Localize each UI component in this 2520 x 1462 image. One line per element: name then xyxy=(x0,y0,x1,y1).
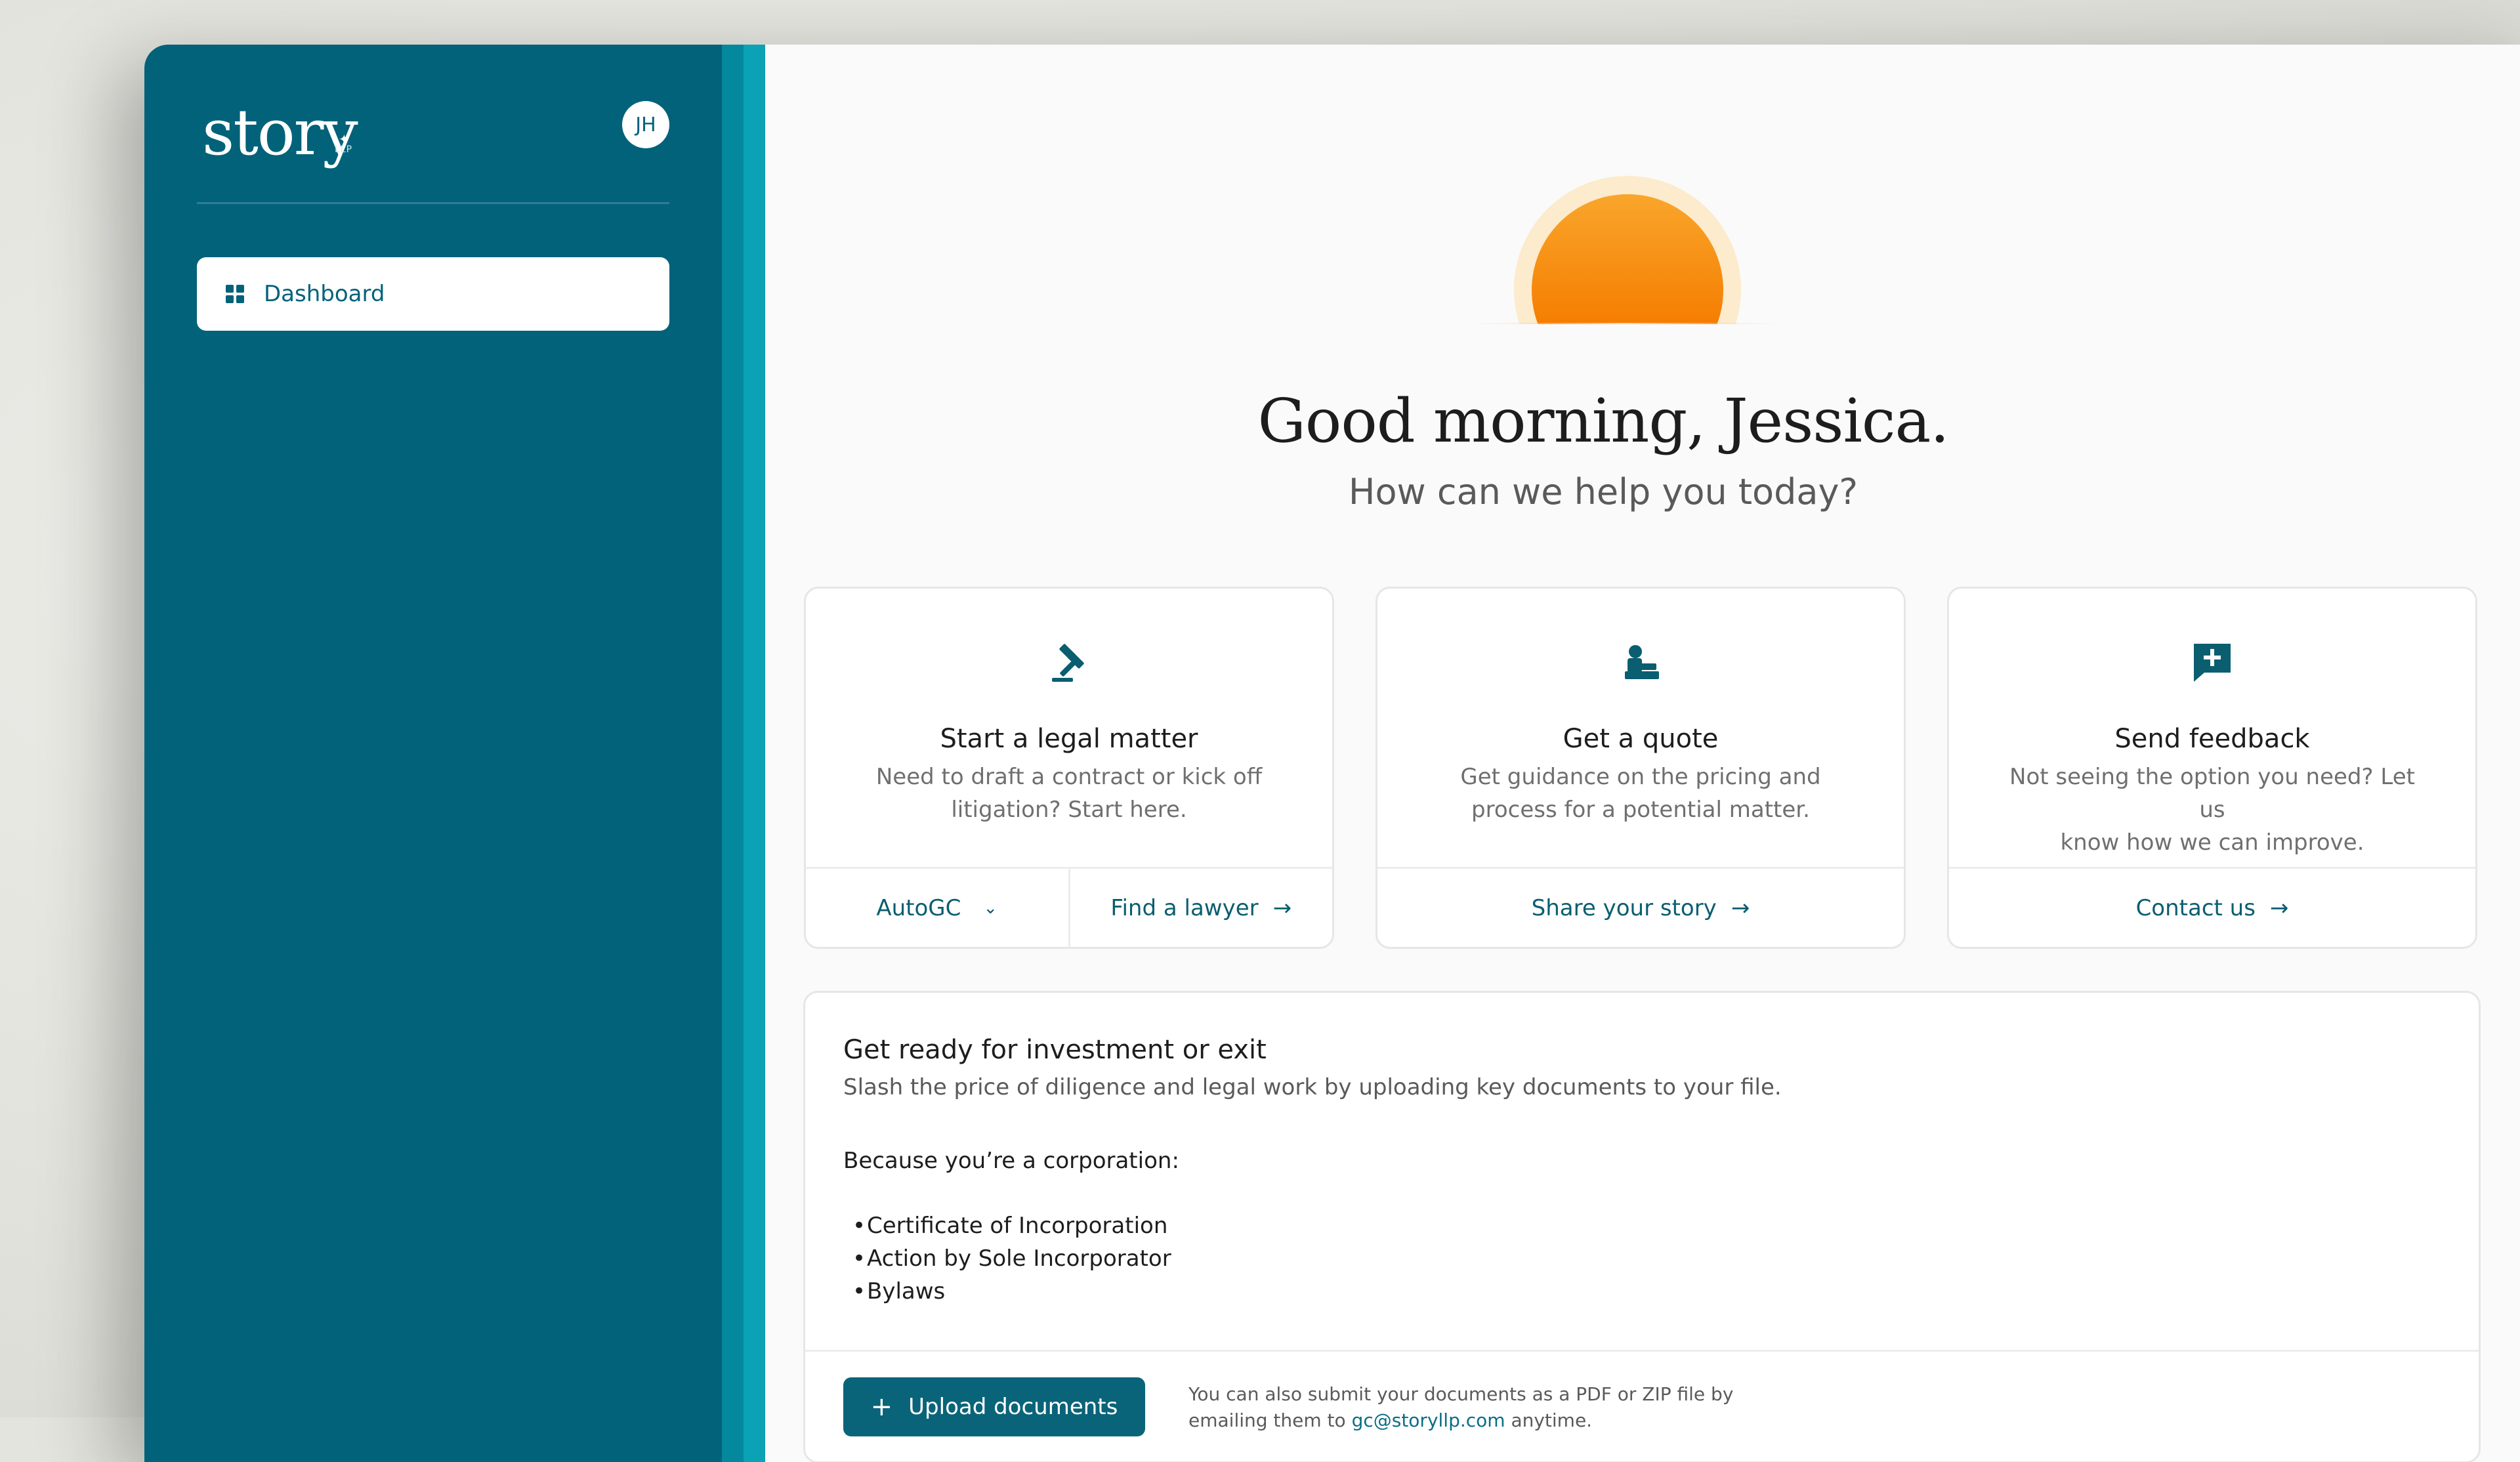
logo-subtitle: LLP xyxy=(335,144,353,155)
chevron-down-icon: ⌄ xyxy=(983,898,998,918)
horizon-line xyxy=(1468,323,1783,324)
card-get-quote: Get a quote Get guidance on the pricing … xyxy=(1376,587,1906,949)
corporation-label: Because you’re a corporation: xyxy=(843,1148,1179,1174)
sidebar: story ✦ LLP JH Dashboard xyxy=(144,45,722,1462)
card-title: Get a quote xyxy=(1563,724,1719,754)
upload-documents-button[interactable]: + Upload documents xyxy=(843,1377,1145,1436)
autogc-dropdown[interactable]: AutoGC ⌄ xyxy=(806,869,1068,947)
upload-note: You can also submit your documents as a … xyxy=(1188,1383,1734,1431)
contact-us-link[interactable]: Contact us → xyxy=(1949,869,2475,947)
arrow-right-icon: → xyxy=(1272,894,1292,921)
list-item: • Action by Sole Incorporator xyxy=(852,1245,1171,1272)
person-desk-icon xyxy=(1377,638,1904,686)
list-item: • Bylaws xyxy=(852,1278,946,1305)
required-documents-list: • Certificate of Incorporation • Action by… xyxy=(843,1209,1171,1308)
greeting-subtitle: How can we help you today? xyxy=(1348,471,1858,512)
gavel-icon xyxy=(806,638,1332,686)
card-title: Send feedback xyxy=(2114,724,2310,754)
card-actions: Contact us → xyxy=(1949,867,2475,947)
feedback-icon xyxy=(1949,638,2475,686)
investment-readiness-panel: Get ready for investment or exit Slash t… xyxy=(803,991,2481,1462)
user-avatar[interactable]: JH xyxy=(622,101,669,148)
app-window: story ✦ LLP JH Dashboard Good morning, J… xyxy=(144,45,2520,1462)
card-send-feedback: Send feedback Not seeing the option you … xyxy=(1947,587,2477,949)
panel-divider xyxy=(805,1350,2479,1352)
card-actions: AutoGC ⌄ Find a lawyer → xyxy=(806,867,1332,947)
share-story-link[interactable]: Share your story → xyxy=(1377,869,1904,947)
sidebar-divider xyxy=(197,202,669,204)
sunrise-illustration xyxy=(1468,163,1783,324)
greeting-heading: Good morning, Jessica. xyxy=(1257,386,1949,456)
dashboard-grid-icon xyxy=(226,285,244,303)
card-description: Get guidance on the pricing and process … xyxy=(1460,764,1821,823)
card-actions: Share your story → xyxy=(1377,867,1904,947)
card-description: Not seeing the option you need? Let us k… xyxy=(2009,764,2415,856)
card-start-legal-matter: Start a legal matter Need to draft a con… xyxy=(804,587,1334,949)
find-lawyer-link[interactable]: Find a lawyer → xyxy=(1068,869,1333,947)
plus-icon: + xyxy=(870,1392,893,1422)
story-logo[interactable]: story xyxy=(202,101,358,164)
card-description: Need to draft a contract or kick off lit… xyxy=(875,764,1263,823)
panel-description: Slash the price of diligence and legal w… xyxy=(843,1074,1782,1100)
arrow-right-icon: → xyxy=(2269,894,2289,921)
arrow-right-icon: → xyxy=(1731,894,1750,921)
sidebar-item-dashboard[interactable]: Dashboard xyxy=(197,257,669,331)
sidebar-item-label: Dashboard xyxy=(264,281,385,307)
list-item: • Certificate of Incorporation xyxy=(852,1213,1168,1239)
panel-title: Get ready for investment or exit xyxy=(843,1035,1267,1065)
card-title: Start a legal matter xyxy=(940,724,1198,754)
email-link[interactable]: gc@storyllp.com xyxy=(1352,1410,1505,1431)
sidebar-edge-stripe xyxy=(722,45,765,1462)
